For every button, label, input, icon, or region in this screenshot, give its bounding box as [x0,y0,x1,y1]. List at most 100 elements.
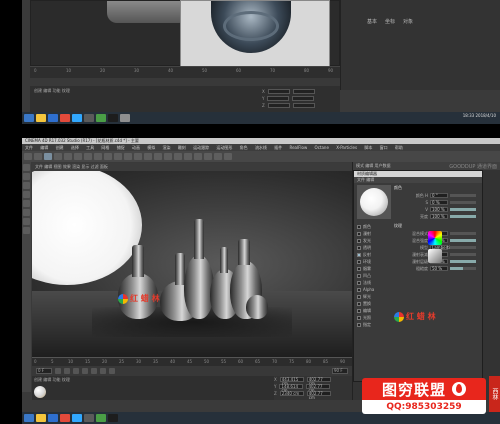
menu-item[interactable]: 渲染 [163,145,171,150]
channel-item[interactable]: 凹凸 [357,272,391,279]
property-slider[interactable] [450,246,476,249]
color-swatch[interactable] [428,249,442,263]
axis-mode-icon[interactable] [23,182,30,189]
property-slider[interactable] [450,253,476,256]
channel-checkbox[interactable] [357,280,361,285]
photoshop-icon[interactable] [72,114,82,122]
position-field[interactable]: 148.614 cm [279,384,304,393]
size-field[interactable]: 402.77 cm [306,384,331,393]
end-frame-field[interactable]: 90 F [332,368,348,374]
start-button-icon[interactable] [24,114,34,122]
channel-item[interactable]: 烟雾 [357,265,391,272]
position-field[interactable]: 2340 cm [279,391,304,396]
menu-item[interactable]: 运动图形 [216,145,232,150]
channel-checkbox[interactable] [357,259,361,264]
undo-icon[interactable] [24,153,32,160]
menu-item[interactable]: 创建 [56,145,64,150]
top-attr-tab[interactable]: 基本 [367,18,377,25]
position-field[interactable]: 443.415 cm [279,377,304,386]
nurbs-icon[interactable] [174,153,182,160]
channel-item[interactable]: 颜色 [357,223,391,230]
record-icon[interactable] [100,368,106,374]
channel-item[interactable]: 光照 [357,314,391,321]
property-slider[interactable] [450,208,476,211]
start-button-icon[interactable] [24,414,34,422]
channel-checkbox[interactable] [357,308,361,313]
menu-item[interactable]: 文件 [25,145,33,150]
scale-icon[interactable] [64,153,72,160]
size-field[interactable]: 402.77 cm [306,377,331,386]
edge-mode-icon[interactable] [23,200,30,207]
menu-item[interactable]: 捕捉 [117,145,125,150]
move-icon[interactable] [54,153,62,160]
x-axis-icon[interactable] [84,153,92,160]
menu-item[interactable]: 工具 [86,145,94,150]
channel-item[interactable]: 指定 [357,321,391,328]
browser-icon[interactable] [48,414,58,422]
z-axis-icon[interactable] [104,153,112,160]
menu-item[interactable]: 角色 [240,145,248,150]
channel-item[interactable]: 环境 [357,258,391,265]
channel-item[interactable]: 编辑 [357,307,391,314]
material-thumbnail[interactable] [34,386,46,398]
go-to-start-icon[interactable] [55,368,61,374]
coord-field[interactable] [292,103,315,108]
coord-field[interactable] [292,89,315,94]
channel-checkbox[interactable] [357,224,361,229]
channel-checkbox[interactable] [357,301,361,306]
picture-viewer-window[interactable]: Ctrl 2560x1600 2559 x 1419 Mem 60% 30:00… [180,0,330,76]
menu-item[interactable]: RealFlow [290,145,308,150]
channel-item[interactable]: 漫射 [357,230,391,237]
render-settings-icon[interactable] [144,153,152,160]
top-transport-bar[interactable] [30,78,340,86]
redo-icon[interactable] [34,153,42,160]
material-menu[interactable]: 创建 编辑 功能 纹理 [34,88,70,94]
property-value-field[interactable]: 0 % [430,200,448,205]
channel-item[interactable]: 置换 [357,300,391,307]
camera-icon[interactable] [214,153,222,160]
channel-checkbox[interactable] [357,238,361,243]
size-field[interactable]: 402.77 cm [306,391,331,400]
live-select-icon[interactable] [44,153,52,160]
autokey-icon[interactable] [109,368,115,374]
cinema4d-icon[interactable] [84,114,94,122]
channel-item[interactable]: 辉光 [357,293,391,300]
render-view-icon[interactable] [124,153,132,160]
property-value-field[interactable]: 100 % [430,214,448,219]
app-icon[interactable] [120,114,130,122]
coord-field[interactable] [267,89,290,94]
top-attr-tab[interactable]: 对象 [403,18,413,25]
channel-checkbox[interactable] [357,287,361,292]
menu-item[interactable]: 编辑 [40,145,48,150]
y-axis-icon[interactable] [94,153,102,160]
property-value-field[interactable]: 50 % [430,266,448,271]
material-editor-menu[interactable]: 文件 编辑 [354,177,482,183]
property-slider[interactable] [450,239,476,242]
app-icon[interactable] [96,114,106,122]
light-icon[interactable] [224,153,232,160]
texture-mode-icon[interactable] [23,173,30,180]
scene-icon[interactable] [204,153,212,160]
start-frame-field[interactable]: 0 F [36,368,52,374]
material-menu[interactable]: 创建 编辑 功能 纹理 [34,377,70,383]
menu-item[interactable]: 雕刻 [178,145,186,150]
channel-item[interactable]: Alpha [357,286,391,293]
world-coords-icon[interactable] [114,153,122,160]
channel-checkbox[interactable] [357,322,361,327]
property-slider[interactable] [450,260,476,263]
workplane-icon[interactable] [23,227,30,234]
polygon-mode-icon[interactable] [23,209,30,216]
viewport-menu[interactable]: 文件 编辑 视图 效果 渲染 显示 过滤 面板 [32,163,352,171]
channel-checkbox[interactable] [357,315,361,320]
app-icon[interactable] [108,414,118,422]
menu-item[interactable]: 选择 [71,145,79,150]
model-mode-icon[interactable] [23,164,30,171]
color-wheel-icon[interactable] [428,231,442,245]
snap-icon[interactable] [23,218,30,225]
top-attr-tab[interactable]: 坐标 [385,18,395,25]
channel-item[interactable]: 法线 [357,279,391,286]
menu-item[interactable]: 动画 [132,145,140,150]
app-icon[interactable] [96,414,106,422]
menu-item[interactable]: 插件 [274,145,282,150]
channel-item[interactable]: 透明 [357,244,391,251]
